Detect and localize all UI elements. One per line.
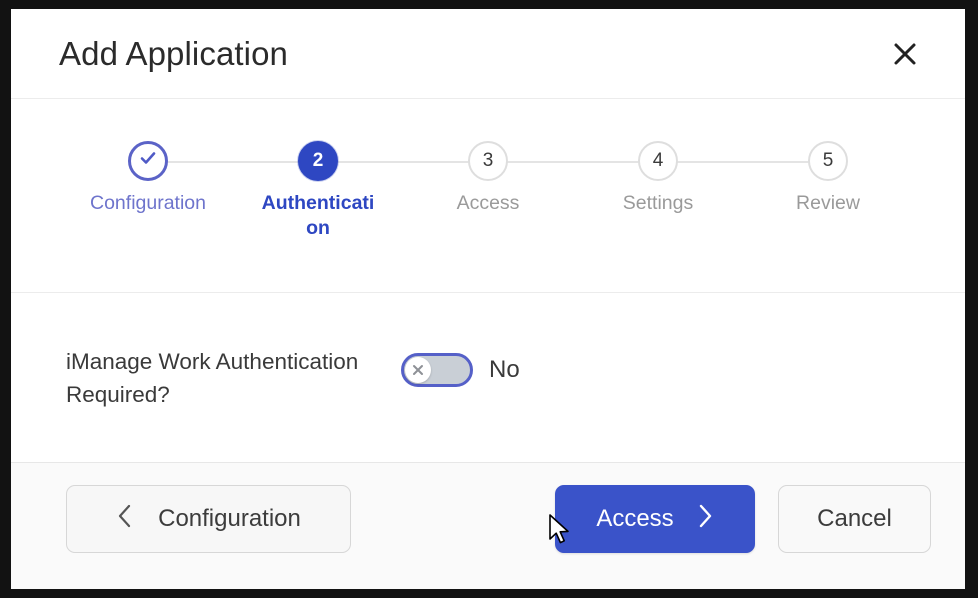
step-label-2: Authentication xyxy=(256,191,380,241)
close-icon xyxy=(890,39,920,69)
auth-required-toggle[interactable] xyxy=(401,353,473,387)
step-marker-3: 3 xyxy=(468,141,508,181)
dialog-title: Add Application xyxy=(59,35,288,73)
step-review[interactable]: 5 Review xyxy=(743,141,913,241)
dialog-footer: Configuration Access Cancel xyxy=(11,463,965,589)
step-authentication[interactable]: 2 Authentication xyxy=(233,141,403,241)
back-to-configuration-button[interactable]: Configuration xyxy=(66,485,351,553)
next-button-label: Access xyxy=(596,505,673,533)
cancel-button-label: Cancel xyxy=(817,505,892,533)
auth-required-label: iManage Work Authentication Required? xyxy=(66,345,401,411)
check-icon xyxy=(137,147,159,175)
step-marker-5: 5 xyxy=(808,141,848,181)
next-to-access-button[interactable]: Access xyxy=(555,485,755,553)
step-configuration[interactable]: Configuration xyxy=(63,141,233,241)
step-marker-2: 2 xyxy=(298,141,338,181)
cancel-button[interactable]: Cancel xyxy=(778,485,931,553)
chevron-right-icon xyxy=(696,502,714,537)
back-button-label: Configuration xyxy=(158,505,301,533)
close-button[interactable] xyxy=(883,32,927,76)
step-label-4: Settings xyxy=(623,191,693,216)
step-label-5: Review xyxy=(796,191,860,216)
step-access[interactable]: 3 Access xyxy=(403,141,573,241)
auth-required-field: iManage Work Authentication Required? xyxy=(66,345,910,411)
chevron-left-icon xyxy=(116,502,134,537)
step-marker-1 xyxy=(128,141,168,181)
auth-required-control: No xyxy=(401,353,520,387)
step-label-3: Access xyxy=(457,191,520,216)
toggle-knob xyxy=(405,357,431,383)
auth-required-value: No xyxy=(489,356,520,384)
screenshot-frame: iManage ... Add Application xyxy=(0,0,978,598)
dialog-header: Add Application xyxy=(11,9,965,99)
step-marker-4: 4 xyxy=(638,141,678,181)
dialog-body: iManage Work Authentication Required? xyxy=(11,293,965,463)
step-label-1: Configuration xyxy=(90,191,206,216)
add-application-dialog: Add Application xyxy=(11,9,965,589)
step-settings[interactable]: 4 Settings xyxy=(573,141,743,241)
x-icon xyxy=(410,362,426,378)
wizard-stepper: Configuration 2 Authentication 3 Access … xyxy=(11,99,965,293)
